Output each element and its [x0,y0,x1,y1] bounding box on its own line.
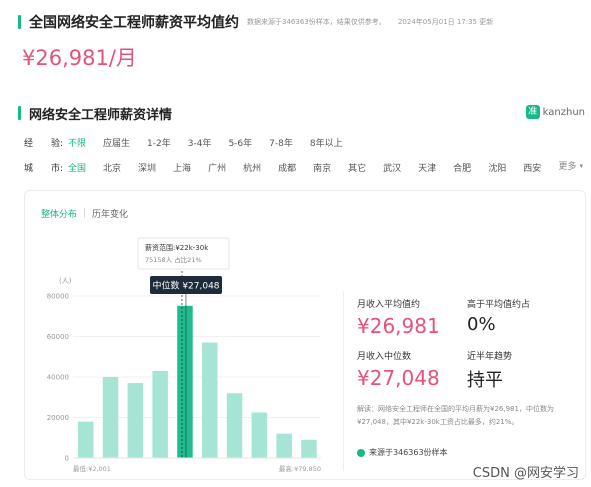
city-option[interactable]: 武汉 [383,161,401,174]
city-option[interactable]: 成都 [278,161,296,174]
y-axis-label: (人) [59,277,72,285]
bar [276,433,292,458]
median-stat: 月收入中位数 ¥27,048 [357,349,440,390]
y-tick-label: 20000 [47,414,69,422]
median-label: 中位数 ¥27,048 [152,280,219,292]
tooltip-box [137,237,230,270]
experience-option[interactable]: 8年以上 [310,136,343,149]
experience-option[interactable]: 5-6年 [228,136,252,149]
bar-highlighted [177,305,193,458]
city-option[interactable]: 全国 [68,161,86,174]
section-title-row: 网络安全工程师薪资详情 [18,103,172,123]
median-stat-value: ¥27,048 [357,366,440,390]
experience-filter: 经 验: 不限 应届生 1-2年 3-4年 5-6年 7-8年 8年以上 [24,134,360,150]
city-option[interactable]: 杭州 [243,161,261,174]
bar [202,342,218,458]
avg-stat-label: 月收入平均值约 [357,300,421,310]
brand-name: kanzhun [542,106,585,118]
y-tick-label: 80000 [47,293,69,301]
card-divider [343,291,344,471]
city-option[interactable]: 其它 [348,161,366,174]
tooltip-title: 薪资范围:¥22k-30k [145,243,209,252]
chevron-down-icon: ▾ [579,161,583,170]
section-title: 网络安全工程师薪资详情 [29,107,173,123]
trend-label: 近半年趋势 [467,352,513,362]
brand-logo[interactable]: 准 kanzhun [525,105,585,119]
trend-value: 持平 [467,370,503,391]
pie-icon [357,448,365,457]
city-filter: 城 市: 全国 北京 深圳 上海 广州 杭州 成都 南京 其它 武汉 天津 合肥 沈阳 西安 [24,159,558,175]
bar [152,370,168,458]
city-filter-label: 城 市: [24,163,64,174]
more-label: 更多 [558,162,577,172]
bar [251,412,268,458]
city-option[interactable]: 天津 [418,161,436,174]
city-option[interactable]: 上海 [173,161,191,174]
salary-distribution-card: 整体分布 历年变化 (人) 80000 60000 40000 20000 0 薪资范围:¥… [24,190,586,480]
section-accent-bar [18,106,21,120]
above-avg-stat: 高于平均值约占 0% [467,297,530,335]
y-tick-label: 60000 [47,333,69,341]
above-avg-label: 高于平均值约占 [467,300,531,310]
experience-option[interactable]: 3-4年 [188,136,212,149]
above-avg-value: 0% [467,314,496,335]
sample-source-text: 来源于346363份样本 [369,448,448,457]
y-tick-label: 40000 [47,374,69,382]
city-option[interactable]: 南京 [313,161,331,174]
trend-stat: 近半年趋势 持平 [467,349,512,392]
city-option[interactable]: 西安 [523,161,541,174]
city-option[interactable]: 合肥 [453,161,471,174]
salary-distribution-chart: (人) 80000 60000 40000 20000 0 薪资范围:¥22k-30k 751… [47,237,321,473]
data-source-note: 数据来源于346363份样本，结果仅供参考。 [247,18,386,26]
title-accent-bar [18,15,21,29]
avg-stat: 月收入平均值约 ¥26,981 [357,297,440,338]
title-note: 数据来源于346363份样本，结果仅供参考。 2024年05月01日 17:35… [247,17,503,27]
y-tick-label: 0 [65,455,69,463]
experience-option[interactable]: 7-8年 [269,136,293,149]
bar [127,383,144,458]
kanzhun-logo-icon: 准 [525,105,540,119]
avg-stat-value: ¥26,981 [357,314,440,338]
city-option[interactable]: 深圳 [138,161,156,174]
bar [78,421,94,458]
bar [226,393,243,458]
average-salary-value: ¥26,981/月 [22,46,137,70]
city-option[interactable]: 北京 [103,161,121,174]
experience-filter-label: 经 验: [24,138,64,149]
bar [301,439,317,458]
experience-option[interactable]: 应届生 [103,136,130,149]
more-cities-button[interactable]: 更多 ▾ [558,159,583,173]
salary-title-row: 全国网络安全工程师薪资平均值约 数据来源于346363份样本，结果仅供参考。 2… [18,12,503,32]
sample-source: 来源于346363份样本 [357,447,448,458]
tooltip-detail: 75158人 占比21% [145,255,202,264]
bar [102,377,119,458]
city-option[interactable]: 沈阳 [488,161,506,174]
watermark: CSDN @网安学习 [472,466,579,481]
page-title: 全国网络安全工程师薪资平均值约 [29,15,239,31]
median-stat-label: 月收入中位数 [357,352,412,362]
experience-option[interactable]: 不限 [68,136,86,149]
update-time: 2024年05月01日 17:35 更新 [397,18,494,26]
x-end-label: 最高:¥79,850 [279,464,321,473]
city-option[interactable]: 广州 [208,161,226,174]
experience-option[interactable]: 1-2年 [147,136,171,149]
analysis-text: 解读：网络安全工程师在全国的平均月薪为¥26,981，中位数为¥27,048，其… [357,405,554,426]
x-start-label: 最低:¥2,001 [73,464,111,473]
